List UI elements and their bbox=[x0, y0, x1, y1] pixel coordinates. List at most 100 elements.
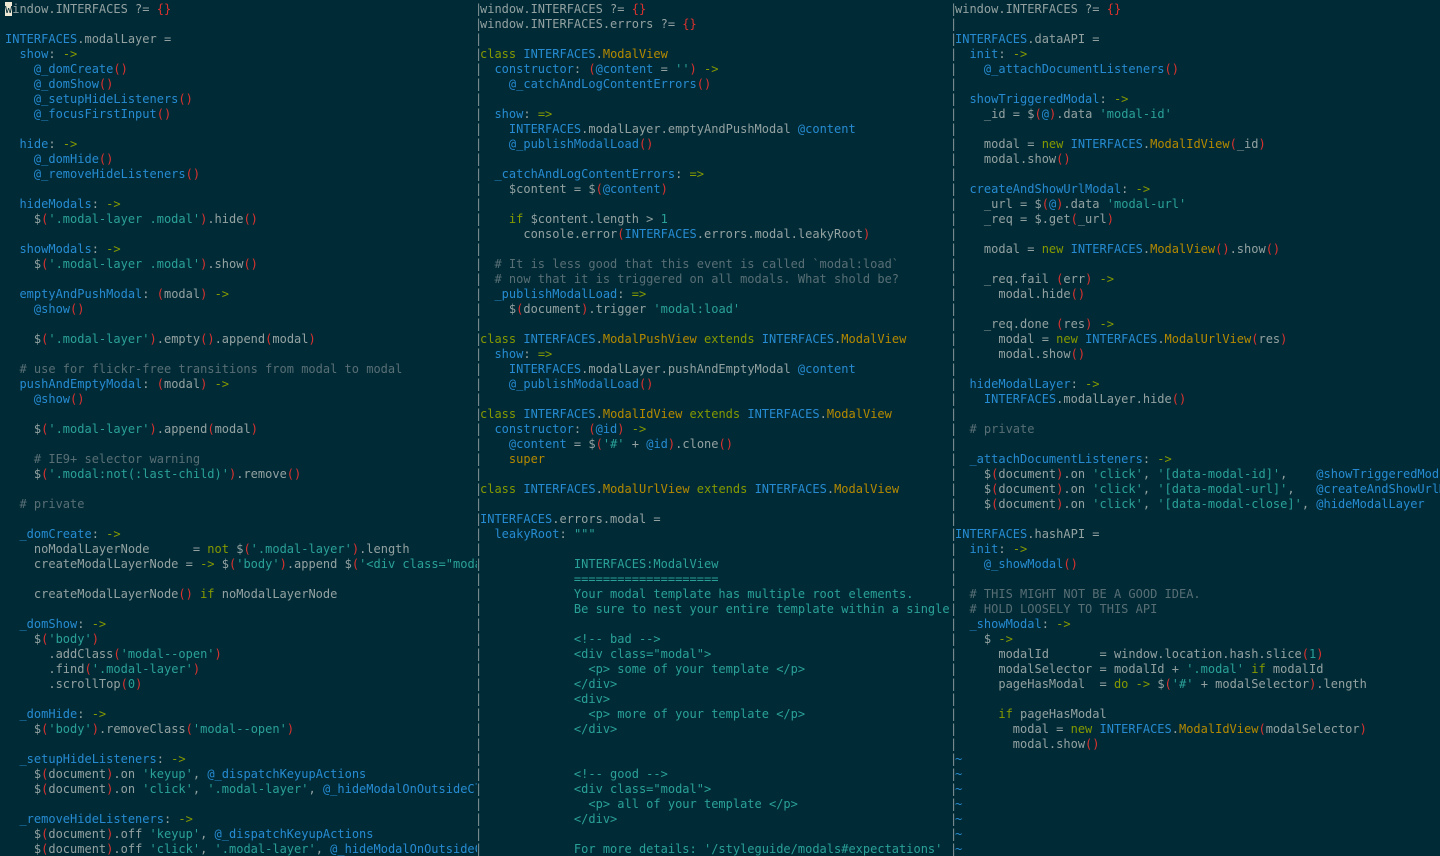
code-token: '[data-modal-close]' bbox=[1157, 497, 1302, 511]
code-token: $ bbox=[1150, 677, 1165, 691]
code-token: createAndShowUrlModal bbox=[955, 182, 1122, 196]
code-token: # THIS MIGHT NOT BE A GOOD IDEA. bbox=[955, 587, 1201, 601]
code-line: # private bbox=[5, 497, 477, 512]
code-line: _attachDocumentListeners: -> bbox=[955, 452, 1440, 467]
code-token: -> bbox=[91, 707, 107, 721]
code-token: 'click' bbox=[142, 782, 193, 796]
code-token: @content bbox=[480, 437, 567, 451]
code-line: console.error(INTERFACES.errors.modal.le… bbox=[480, 227, 952, 242]
code-token: noModalLayerNode bbox=[214, 587, 338, 601]
code-token: @content bbox=[797, 122, 856, 136]
code-line: super bbox=[480, 452, 952, 467]
code-line: if pageHasModal bbox=[955, 707, 1440, 722]
code-token: modalSelector = modalId + bbox=[955, 662, 1187, 676]
code-token: @show bbox=[5, 302, 71, 316]
code-token: show bbox=[480, 107, 524, 121]
code-token: @_catchAndLogContentErrors bbox=[480, 77, 697, 91]
code-pane-left[interactable]: window.INTERFACES ?= {} INTERFACES.modal… bbox=[5, 2, 477, 856]
code-line: </div> bbox=[480, 677, 952, 692]
code-line: @content = $('#' + @id).clone() bbox=[480, 437, 952, 452]
code-token: , bbox=[200, 827, 215, 841]
code-token: if bbox=[508, 212, 524, 226]
code-token: , bbox=[192, 782, 208, 796]
code-token: + modalSelector bbox=[1193, 677, 1310, 691]
code-line: createModalLayerNode() if noModalLayerNo… bbox=[5, 587, 477, 602]
code-line: _url = $(@).data 'modal-url' bbox=[955, 197, 1440, 212]
code-token: () bbox=[1265, 242, 1281, 256]
code-token: , bbox=[200, 842, 215, 856]
code-token: @show bbox=[5, 392, 71, 406]
code-token: INTERFACES bbox=[523, 482, 596, 496]
code-token: $ bbox=[5, 212, 42, 226]
code-token: : bbox=[163, 812, 179, 826]
code-token: $ bbox=[5, 257, 42, 271]
code-token: () bbox=[1070, 347, 1086, 361]
code-token: $ bbox=[228, 542, 244, 556]
code-token: new bbox=[1056, 332, 1086, 346]
code-token: if bbox=[200, 587, 215, 601]
code-token: ) bbox=[1316, 647, 1324, 661]
code-token: <!-- bad --> bbox=[480, 632, 661, 646]
code-token: ModalIdView bbox=[602, 407, 683, 421]
code-line: $('body') bbox=[5, 632, 477, 647]
code-line: _domShow: -> bbox=[5, 617, 477, 632]
code-line: $content = $(@content) bbox=[480, 182, 952, 197]
code-token: '.modal-layer .modal' bbox=[48, 257, 201, 271]
code-token: .hashAPI = bbox=[1027, 527, 1100, 541]
code-line: init: -> bbox=[955, 542, 1440, 557]
code-token: -> bbox=[1099, 317, 1114, 331]
code-token: : bbox=[573, 62, 589, 76]
code-token: if bbox=[998, 707, 1013, 721]
code-line: _catchAndLogContentErrors: => bbox=[480, 167, 952, 182]
code-token: -> bbox=[1085, 377, 1100, 391]
code-line: hide: -> bbox=[5, 137, 477, 152]
code-token: res bbox=[1063, 317, 1086, 331]
code-line: modal = new INTERFACES.ModalUrlView(res) bbox=[955, 332, 1440, 347]
code-token: modal = bbox=[955, 332, 1057, 346]
code-token: INTERFACES bbox=[480, 362, 582, 376]
code-token: document bbox=[998, 497, 1057, 511]
code-token: _domShow bbox=[5, 617, 78, 631]
code-line: hideModals: -> bbox=[5, 197, 477, 212]
code-token: : bbox=[91, 197, 107, 211]
code-line: # It is less good that this event is cal… bbox=[480, 257, 952, 272]
code-token: '.modal-layer .modal' bbox=[48, 212, 201, 226]
code-token: : bbox=[48, 137, 63, 151]
code-token: .length bbox=[359, 542, 410, 556]
code-token: : bbox=[1070, 377, 1086, 391]
code-line: $('body').removeClass('modal--open') bbox=[5, 722, 477, 737]
code-token: ) bbox=[286, 722, 295, 736]
code-token: # private bbox=[5, 497, 85, 511]
code-token: _attachDocumentListeners bbox=[955, 452, 1143, 466]
code-token: show bbox=[5, 47, 49, 61]
code-token: _url bbox=[1077, 212, 1107, 226]
code-token: _req = $.get bbox=[955, 212, 1071, 226]
code-token: console.error bbox=[480, 227, 618, 241]
code-token: . bbox=[819, 407, 827, 421]
code-line: @_domShow() bbox=[5, 77, 477, 92]
code-token: 'body' bbox=[48, 722, 92, 736]
code-token: -> bbox=[62, 137, 78, 151]
code-token: INTERFACES bbox=[1099, 722, 1172, 736]
code-token: constructor bbox=[480, 422, 574, 436]
code-line: @_publishModalLoad() bbox=[480, 137, 952, 152]
code-token: 'body' bbox=[236, 557, 280, 571]
code-token: () bbox=[70, 392, 85, 406]
code-line: .addClass('modal--open') bbox=[5, 647, 477, 662]
code-token: @content bbox=[595, 62, 654, 76]
code-pane-right[interactable]: window.INTERFACES ?= {} INTERFACES.dataA… bbox=[955, 2, 1440, 856]
code-token: ModalView bbox=[841, 332, 907, 346]
code-pane-middle[interactable]: window.INTERFACES ?= {} window.INTERFACES… bbox=[480, 2, 952, 856]
code-token: {} bbox=[682, 17, 697, 31]
code-token: .modalLayer.pushAndEmptyModal bbox=[581, 362, 798, 376]
code-token: </div> bbox=[480, 722, 618, 736]
